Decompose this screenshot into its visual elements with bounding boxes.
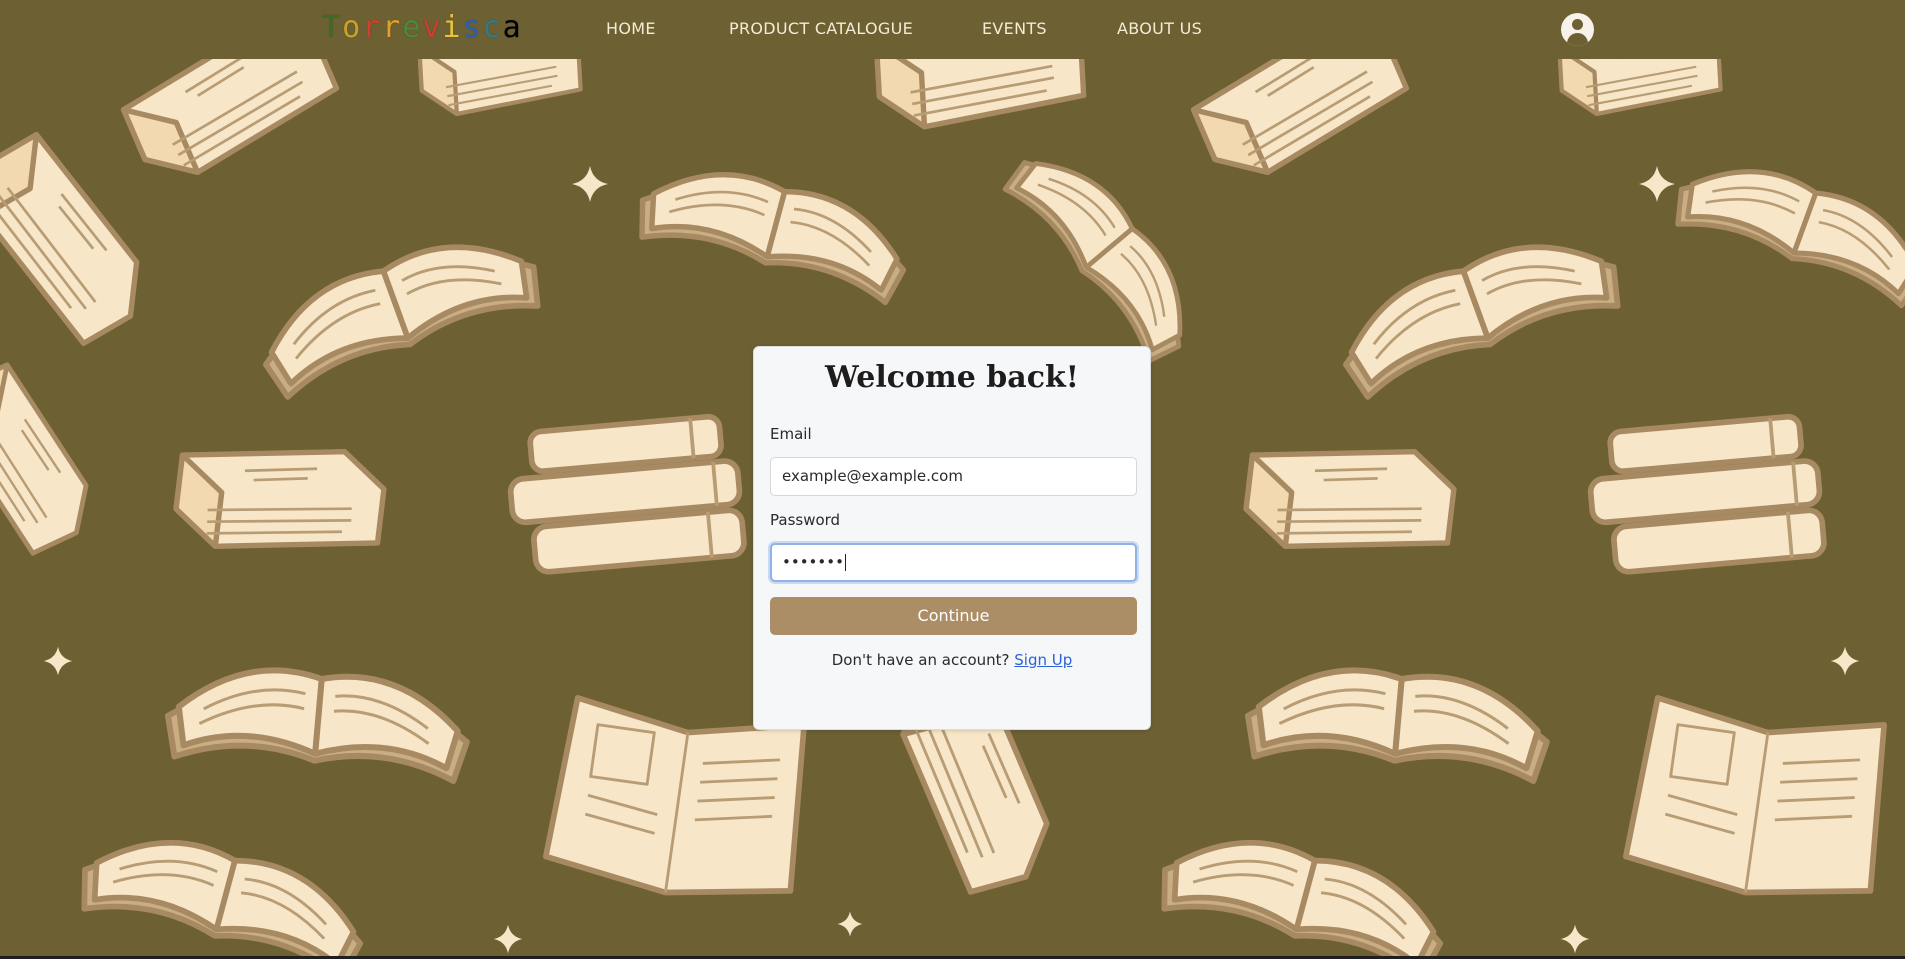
logo-letter: r bbox=[362, 10, 383, 45]
user-body-shape bbox=[1567, 33, 1588, 46]
logo-letter: a bbox=[502, 10, 523, 45]
user-head-shape bbox=[1572, 19, 1583, 30]
logo-letter: r bbox=[382, 10, 403, 45]
logo-letter: o bbox=[342, 10, 363, 45]
password-value: ••••••• bbox=[782, 553, 844, 571]
logo-letter: e bbox=[402, 10, 423, 45]
brand-logo[interactable]: Torrevisca bbox=[322, 11, 523, 45]
password-field[interactable]: ••••••• bbox=[770, 543, 1137, 582]
logo-letter: v bbox=[422, 10, 443, 45]
continue-button[interactable]: Continue bbox=[770, 597, 1137, 635]
logo-letter: i bbox=[442, 10, 463, 45]
login-card: Welcome back! Email example@example.com … bbox=[753, 346, 1151, 730]
email-field[interactable]: example@example.com bbox=[770, 457, 1137, 496]
nav-events[interactable]: EVENTS bbox=[982, 19, 1047, 38]
signup-prompt-text: Don't have an account? bbox=[831, 651, 1010, 669]
logo-letter: s bbox=[462, 10, 483, 45]
top-navigation: Torrevisca HOME PRODUCT CATALOGUE EVENTS… bbox=[0, 0, 1905, 59]
email-label: Email bbox=[770, 425, 812, 443]
page-title: Welcome back! bbox=[825, 360, 1079, 395]
password-label: Password bbox=[770, 511, 841, 529]
user-circle-icon[interactable] bbox=[1561, 13, 1594, 46]
nav-home[interactable]: HOME bbox=[606, 19, 656, 38]
logo-letter: c bbox=[482, 10, 503, 45]
nav-product-catalogue[interactable]: PRODUCT CATALOGUE bbox=[729, 19, 913, 38]
text-caret bbox=[844, 554, 846, 571]
signup-link[interactable]: Sign Up bbox=[1014, 651, 1072, 669]
signup-prompt-row: Don't have an account? Sign Up bbox=[754, 651, 1150, 669]
nav-about-us[interactable]: ABOUT US bbox=[1117, 19, 1202, 38]
logo-letter: T bbox=[322, 10, 343, 45]
